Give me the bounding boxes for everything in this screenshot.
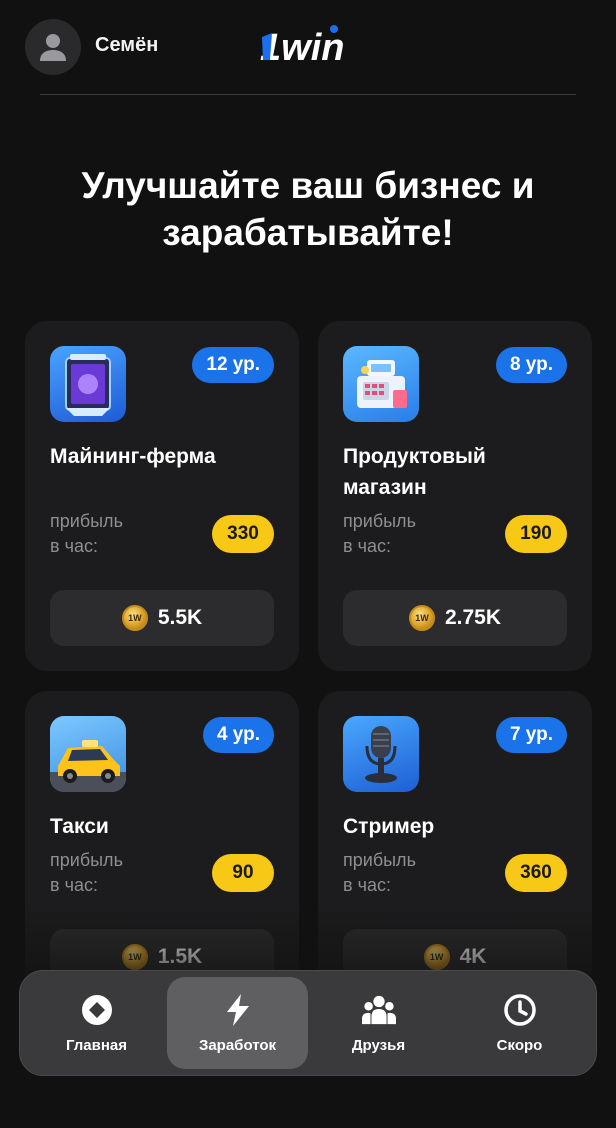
profit-value: 330 <box>212 515 274 553</box>
friends-icon <box>361 993 396 1027</box>
coin-icon: 1W <box>121 944 148 970</box>
business-card-grocery[interactable]: 8 ур. Продуктовый магазин прибыль в час:… <box>318 321 592 671</box>
upgrade-cost: 1.5K <box>157 945 203 968</box>
business-card-mining[interactable]: 12 ур. Майнинг-ферма прибыль в час: 330 … <box>25 321 299 671</box>
coin-icon: 1W <box>408 605 435 631</box>
top-bar: Семён 1win <box>0 0 616 95</box>
title-line-2: зарабатывайте! <box>162 212 454 253</box>
nav-friends[interactable]: Друзья <box>308 977 449 1069</box>
nav-soon-label: Скоро <box>496 1036 543 1054</box>
username: Семён <box>95 34 159 56</box>
page-title: Улучшайте ваш бизнес и зарабатывайте! <box>0 162 616 256</box>
upgrade-cost: 2.75K <box>444 606 502 629</box>
card-title: Стример <box>343 815 435 838</box>
coin-icon: 1W <box>423 944 450 970</box>
level-badge: 7 ур. <box>495 717 567 753</box>
header-divider <box>40 94 576 95</box>
mining-rig-icon <box>50 346 126 422</box>
profit-value: 360 <box>505 854 567 892</box>
profit-label: прибыль в час: <box>343 850 416 895</box>
profit-value: 90 <box>212 854 274 892</box>
user-icon <box>40 34 66 61</box>
nav-soon[interactable]: Скоро <box>449 977 590 1069</box>
nav-earnings[interactable]: Заработок <box>167 977 308 1069</box>
lightning-icon <box>221 993 255 1027</box>
avatar[interactable] <box>25 19 81 75</box>
level-badge: 4 ур. <box>202 717 274 753</box>
nav-home[interactable]: Главная <box>26 977 167 1069</box>
cash-register-icon <box>343 346 419 422</box>
card-title: Майнинг-ферма <box>50 445 216 468</box>
profit-label: прибыль в час: <box>343 511 416 556</box>
upgrade-button[interactable]: 1W 5.5K <box>50 590 274 646</box>
profit-label: прибыль в час: <box>50 511 123 556</box>
card-title: Продуктовый магазин <box>343 445 486 499</box>
taxi-icon <box>50 716 126 792</box>
nav-earnings-label: Заработок <box>198 1036 277 1054</box>
level-badge: 12 ур. <box>192 347 274 383</box>
nav-home-label: Главная <box>65 1036 127 1054</box>
upgrade-cost: 4K <box>459 945 487 968</box>
home-diamond-icon <box>80 993 114 1027</box>
logo-text: 1win <box>260 27 344 66</box>
microphone-icon <box>343 716 419 792</box>
upgrade-button[interactable]: 1W 2.75K <box>343 590 567 646</box>
clock-icon <box>503 993 537 1027</box>
card-title: Такси <box>50 815 109 838</box>
coin-icon: 1W <box>121 605 148 631</box>
level-badge: 8 ур. <box>495 347 567 383</box>
profit-value: 190 <box>505 515 567 553</box>
brand-logo: 1win <box>260 25 344 66</box>
business-card-taxi[interactable]: 4 ур. Такси прибыль в час: 90 1W 1.5K <box>25 691 299 991</box>
business-card-streamer[interactable]: 7 ур. Стример прибыль в час: 360 1W 4K <box>318 691 592 991</box>
profit-label: прибыль в час: <box>50 850 123 895</box>
upgrade-cost: 5.5K <box>157 606 203 629</box>
title-line-1: Улучшайте ваш бизнес и <box>81 165 535 206</box>
bottom-nav: Главная Заработок Друзья Скоро <box>19 970 597 1076</box>
nav-friends-label: Друзья <box>351 1036 406 1054</box>
